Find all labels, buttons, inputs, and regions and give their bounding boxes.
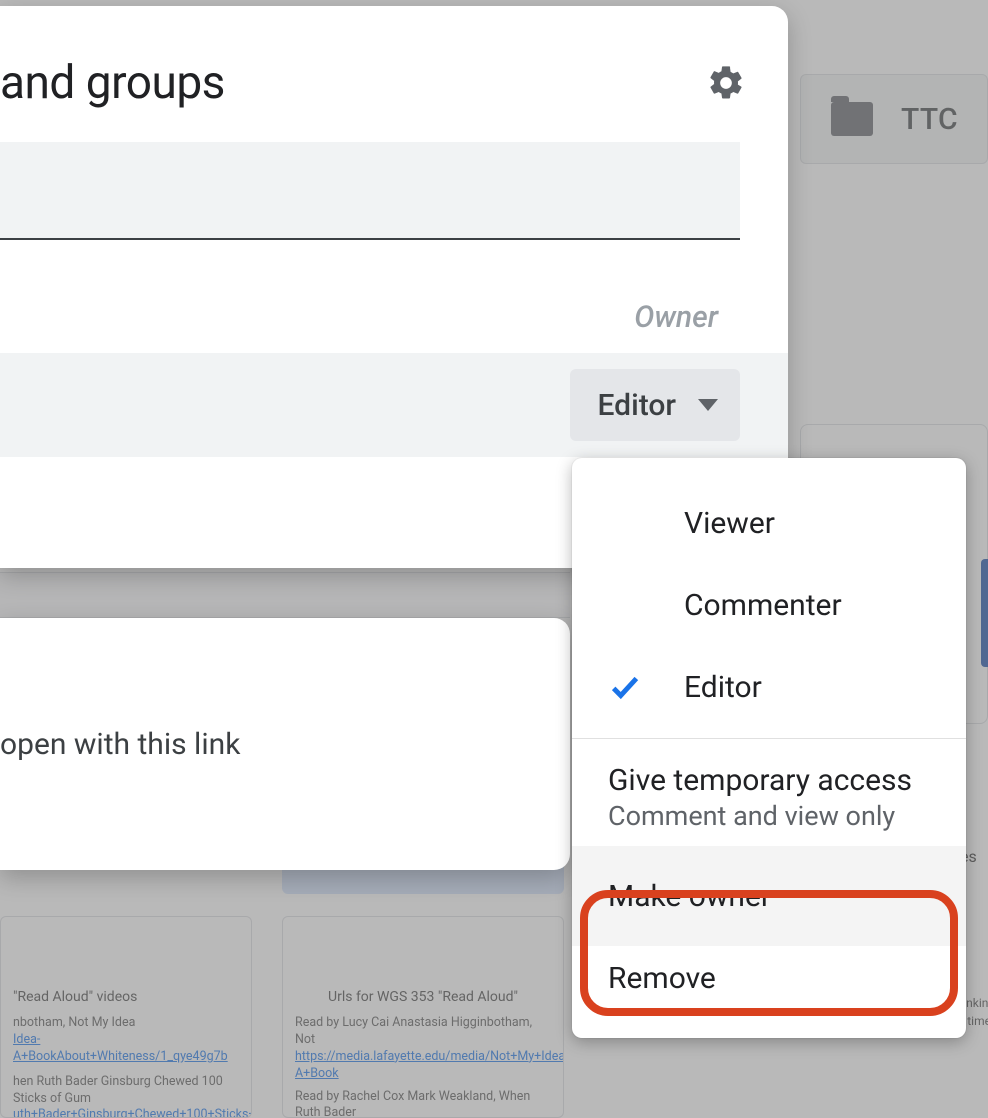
share-input-row — [0, 110, 788, 240]
dialog-title: and groups — [0, 56, 225, 110]
link-panel: open with this link — [0, 618, 570, 870]
menu-label: Commenter — [684, 588, 842, 623]
menu-label: Editor — [684, 670, 762, 705]
add-people-input[interactable] — [0, 142, 740, 240]
gear-icon — [706, 63, 746, 103]
menu-item-commenter[interactable]: Commenter — [572, 564, 966, 646]
check-icon — [608, 670, 642, 704]
menu-label: Give temporary access — [608, 763, 912, 798]
chevron-down-icon — [698, 399, 718, 411]
settings-button[interactable] — [702, 59, 750, 107]
menu-item-editor[interactable]: Editor — [572, 646, 966, 728]
menu-item-temporary-access[interactable]: Give temporary access Comment and view o… — [572, 749, 966, 846]
role-menu: Viewer Commenter Editor Give temporary a… — [572, 458, 966, 1038]
menu-label: Make owner — [608, 879, 771, 914]
dialog-title-row: and groups — [0, 6, 788, 110]
owner-row: Owner — [0, 240, 788, 335]
role-dropdown-button[interactable]: Editor — [570, 369, 741, 441]
menu-label: Viewer — [684, 506, 775, 541]
menu-item-remove[interactable]: Remove — [572, 946, 966, 1010]
role-button-label: Editor — [598, 388, 677, 423]
menu-label: Remove — [608, 961, 716, 996]
check-slot — [608, 670, 684, 704]
owner-label: Owner — [634, 300, 718, 335]
menu-item-viewer[interactable]: Viewer — [572, 482, 966, 564]
collaborator-row: Editor — [0, 353, 788, 457]
menu-item-make-owner[interactable]: Make owner — [572, 846, 966, 946]
menu-sublabel: Comment and view only — [608, 800, 895, 832]
link-text: open with this link — [0, 727, 240, 762]
menu-divider — [572, 738, 966, 739]
